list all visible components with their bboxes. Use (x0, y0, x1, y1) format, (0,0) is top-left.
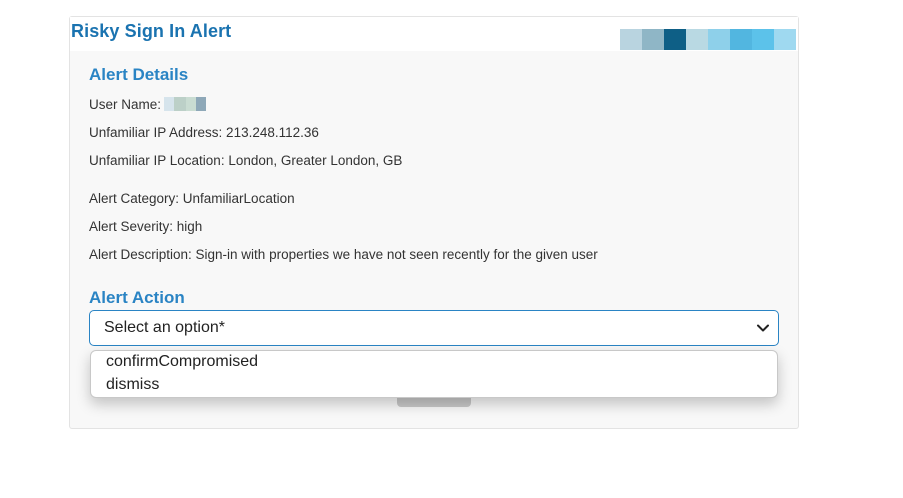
logo-pixel (708, 29, 730, 50)
logo-pixel (752, 29, 774, 50)
pixelated-logo (620, 29, 796, 50)
redaction-block (186, 97, 197, 112)
option-dismiss[interactable]: dismiss (106, 376, 159, 394)
logo-pixel (642, 29, 664, 50)
user-name-field: User Name: (89, 97, 207, 112)
alert-action-heading: Alert Action (89, 288, 185, 307)
logo-pixel (664, 29, 686, 50)
alert-description-field: Alert Description: Sign-in with properti… (89, 247, 598, 262)
option-confirm-compromised[interactable]: confirmCompromised (106, 353, 258, 371)
alert-action-select[interactable]: Select an option* (89, 310, 779, 346)
chevron-down-icon (757, 324, 769, 332)
logo-pixel (730, 29, 752, 50)
logo-pixel (774, 29, 796, 50)
redaction-block (164, 97, 175, 112)
alert-details-heading: Alert Details (89, 65, 189, 84)
alert-action-dropdown: confirmCompromised dismiss (90, 350, 778, 398)
card-title: Risky Sign In Alert (71, 21, 232, 41)
card-header: Risky Sign In Alert (70, 17, 798, 51)
logo-pixel (620, 29, 642, 50)
redaction-block (174, 97, 187, 112)
logo-pixel (686, 29, 708, 50)
redaction-block (196, 97, 207, 112)
alert-category-field: Alert Category: UnfamiliarLocation (89, 191, 295, 206)
ip-location-field: Unfamiliar IP Location: London, Greater … (89, 153, 403, 168)
select-placeholder: Select an option* (104, 319, 225, 336)
alert-severity-field: Alert Severity: high (89, 219, 203, 234)
risky-sign-in-alert-card: Risky Sign In Alert Alert Details User N… (69, 16, 799, 429)
redacted-user-name (164, 97, 207, 112)
user-name-label: User Name: (89, 97, 162, 112)
ip-address-field: Unfamiliar IP Address: 213.248.112.36 (89, 125, 319, 140)
